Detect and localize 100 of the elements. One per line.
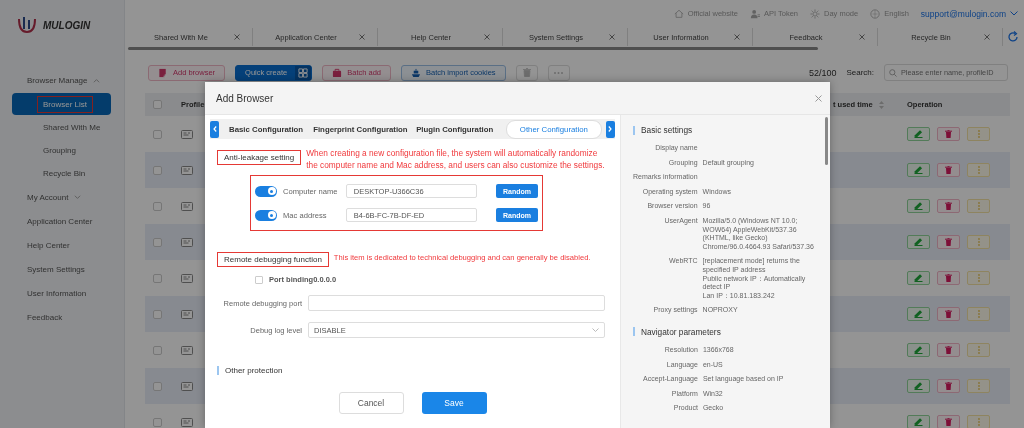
delete-button[interactable] xyxy=(937,343,960,357)
delete-button[interactable] xyxy=(937,235,960,249)
close-icon[interactable] xyxy=(484,34,490,40)
more-button[interactable] xyxy=(967,307,990,321)
sort-icon[interactable] xyxy=(878,100,884,109)
checkbox[interactable] xyxy=(153,345,162,355)
close-icon[interactable] xyxy=(859,34,865,40)
scroll-right-button[interactable] xyxy=(606,120,615,138)
sidebar-item[interactable]: Recycle Bin xyxy=(12,162,111,184)
section-title: Anti-leakage setting xyxy=(217,150,302,165)
sidebar-item[interactable]: User Information xyxy=(0,281,87,305)
ship-icon xyxy=(411,67,421,78)
delete-button[interactable] xyxy=(937,307,960,321)
delete-button[interactable] xyxy=(937,379,960,393)
sidebar-group[interactable]: Browser Manage xyxy=(0,68,101,92)
trash-icon xyxy=(945,418,952,426)
trash-icon xyxy=(945,130,952,138)
close-icon[interactable] xyxy=(234,34,240,40)
more-button[interactable] xyxy=(967,343,990,357)
delete-button[interactable] xyxy=(515,64,538,81)
edit-button[interactable] xyxy=(907,415,930,428)
more-button[interactable] xyxy=(967,199,990,213)
close-icon[interactable] xyxy=(984,34,990,40)
dialog-title: Add Browser xyxy=(216,92,274,104)
more-button[interactable] xyxy=(967,271,990,285)
edit-button[interactable] xyxy=(907,271,930,285)
close-icon[interactable] xyxy=(734,34,740,40)
scroll-left-button[interactable] xyxy=(210,120,219,138)
profile-card-icon xyxy=(181,237,193,247)
more-button[interactable] xyxy=(967,379,990,393)
sidebar-item[interactable]: Browser List xyxy=(12,93,111,115)
more-button[interactable] xyxy=(967,235,990,249)
sidebar-item[interactable]: System Settings xyxy=(0,257,85,281)
edit-button[interactable] xyxy=(907,127,930,141)
checkbox[interactable] xyxy=(153,100,162,109)
profile-card-icon xyxy=(181,201,193,211)
pencil-icon xyxy=(914,382,923,390)
edit-button[interactable] xyxy=(907,163,930,177)
edit-button[interactable] xyxy=(907,343,930,357)
more-button[interactable] xyxy=(967,163,990,177)
panel-heading: Navigator parameters xyxy=(641,326,721,337)
save-button[interactable]: Save xyxy=(421,392,487,414)
sidebar-item[interactable]: Feedback xyxy=(0,305,63,329)
toggle-switch[interactable] xyxy=(255,209,277,221)
edit-button[interactable] xyxy=(907,379,930,393)
checkbox[interactable] xyxy=(153,165,162,175)
delete-button[interactable] xyxy=(937,271,960,285)
sidebar-item[interactable]: Shared With Me xyxy=(12,116,111,138)
toggle-switch[interactable] xyxy=(255,185,277,197)
pencil-icon xyxy=(914,310,923,318)
checkbox[interactable] xyxy=(153,237,162,247)
trash-icon xyxy=(945,238,952,246)
ellipsis-icon xyxy=(977,130,980,138)
sidebar-item[interactable]: Grouping xyxy=(12,139,111,161)
profile-card-icon xyxy=(181,381,193,391)
panel-heading: Basic settings xyxy=(641,125,693,135)
chevron-right-icon xyxy=(608,126,613,132)
globe-icon xyxy=(870,8,881,19)
close-icon[interactable] xyxy=(609,34,615,40)
checkbox[interactable] xyxy=(153,201,162,211)
ellipsis-icon xyxy=(977,166,980,174)
edit-button[interactable] xyxy=(907,307,930,321)
sidebar-item[interactable]: Help Center xyxy=(0,233,70,257)
profile-card-icon xyxy=(181,309,193,319)
edit-button[interactable] xyxy=(907,235,930,249)
more-button[interactable] xyxy=(547,64,570,81)
checkbox[interactable] xyxy=(153,381,162,391)
sidebar-group[interactable]: My Account xyxy=(0,185,82,209)
house-icon xyxy=(673,8,684,19)
edit-button[interactable] xyxy=(907,199,930,213)
chevron-icon[interactable] xyxy=(1010,11,1018,16)
trash-icon xyxy=(945,382,952,390)
close-icon[interactable] xyxy=(815,94,822,102)
account-email[interactable]: support@mulogin.com xyxy=(920,8,1006,19)
ellipsis-icon xyxy=(977,418,980,426)
document-plus-icon xyxy=(158,67,168,78)
pencil-icon xyxy=(914,346,923,354)
profile-card-icon xyxy=(181,345,193,355)
delete-button[interactable] xyxy=(937,415,960,428)
cancel-button[interactable]: Cancel xyxy=(338,392,404,414)
ellipsis-icon xyxy=(977,382,980,390)
close-icon[interactable] xyxy=(359,34,365,40)
checkbox[interactable] xyxy=(255,275,263,284)
delete-button[interactable] xyxy=(937,199,960,213)
more-button[interactable] xyxy=(967,127,990,141)
delete-button[interactable] xyxy=(937,127,960,141)
checkbox[interactable] xyxy=(153,273,162,283)
sidebar-item[interactable]: Application Center xyxy=(0,209,93,233)
logo-text: MULOGIN xyxy=(43,19,91,31)
input-field[interactable] xyxy=(308,295,605,311)
checkbox[interactable] xyxy=(153,129,162,139)
trash-icon xyxy=(522,68,531,77)
refresh-icon[interactable] xyxy=(1007,31,1019,43)
checkbox[interactable] xyxy=(153,417,162,427)
sun-icon xyxy=(810,8,821,19)
more-button[interactable] xyxy=(967,415,990,428)
ellipsis-icon xyxy=(977,310,980,318)
ellipsis-icon xyxy=(977,346,980,354)
delete-button[interactable] xyxy=(937,163,960,177)
checkbox[interactable] xyxy=(153,309,162,319)
